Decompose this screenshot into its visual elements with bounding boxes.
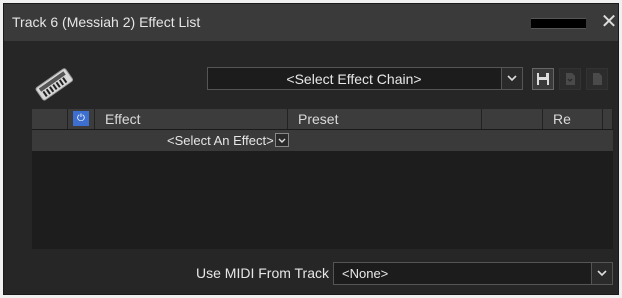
column-header-re[interactable]: Re: [543, 109, 603, 129]
table-header: ⏻ Effect Preset Re: [32, 109, 613, 130]
chevron-down-icon[interactable]: [501, 68, 522, 89]
column-header-power[interactable]: ⏻: [68, 109, 95, 129]
save-chain-button[interactable]: [532, 68, 554, 90]
column-header-select[interactable]: [32, 109, 68, 129]
keyboard-logo-icon: [35, 68, 74, 101]
close-icon[interactable]: ✕: [600, 11, 618, 33]
delete-chain-icon: [593, 73, 602, 85]
effect-list-window: Track 6 (Messiah 2) Effect List ✕ <Selec…: [3, 3, 619, 295]
chevron-down-icon[interactable]: [591, 263, 612, 284]
window-title: Track 6 (Messiah 2) Effect List: [12, 14, 201, 30]
column-header-blank[interactable]: [482, 109, 543, 129]
effect-chain-select[interactable]: <Select Effect Chain>: [207, 67, 523, 90]
midi-track-select[interactable]: <None>: [333, 262, 613, 285]
midi-from-track-label: Use MIDI From Track :: [196, 265, 337, 281]
column-header-effect[interactable]: Effect: [95, 109, 288, 129]
power-icon[interactable]: ⏻: [73, 111, 89, 126]
load-chain-button[interactable]: [559, 68, 581, 90]
chevron-down-icon[interactable]: [275, 133, 289, 147]
column-header-end[interactable]: [603, 109, 613, 129]
delete-chain-button[interactable]: [586, 68, 608, 90]
effect-table: ⏻ Effect Preset Re <Select An Effect>: [32, 109, 613, 249]
load-chain-icon: [566, 73, 575, 85]
effect-chain-value: <Select Effect Chain>: [286, 71, 422, 87]
save-icon: [537, 73, 549, 85]
midi-track-value: <None>: [342, 266, 389, 281]
column-header-preset[interactable]: Preset: [288, 109, 482, 129]
select-effect-row[interactable]: <Select An Effect>: [32, 130, 613, 151]
title-bar[interactable]: Track 6 (Messiah 2) Effect List ✕: [4, 4, 618, 41]
level-meter: [531, 18, 586, 29]
select-effect-label[interactable]: <Select An Effect>: [167, 133, 274, 148]
